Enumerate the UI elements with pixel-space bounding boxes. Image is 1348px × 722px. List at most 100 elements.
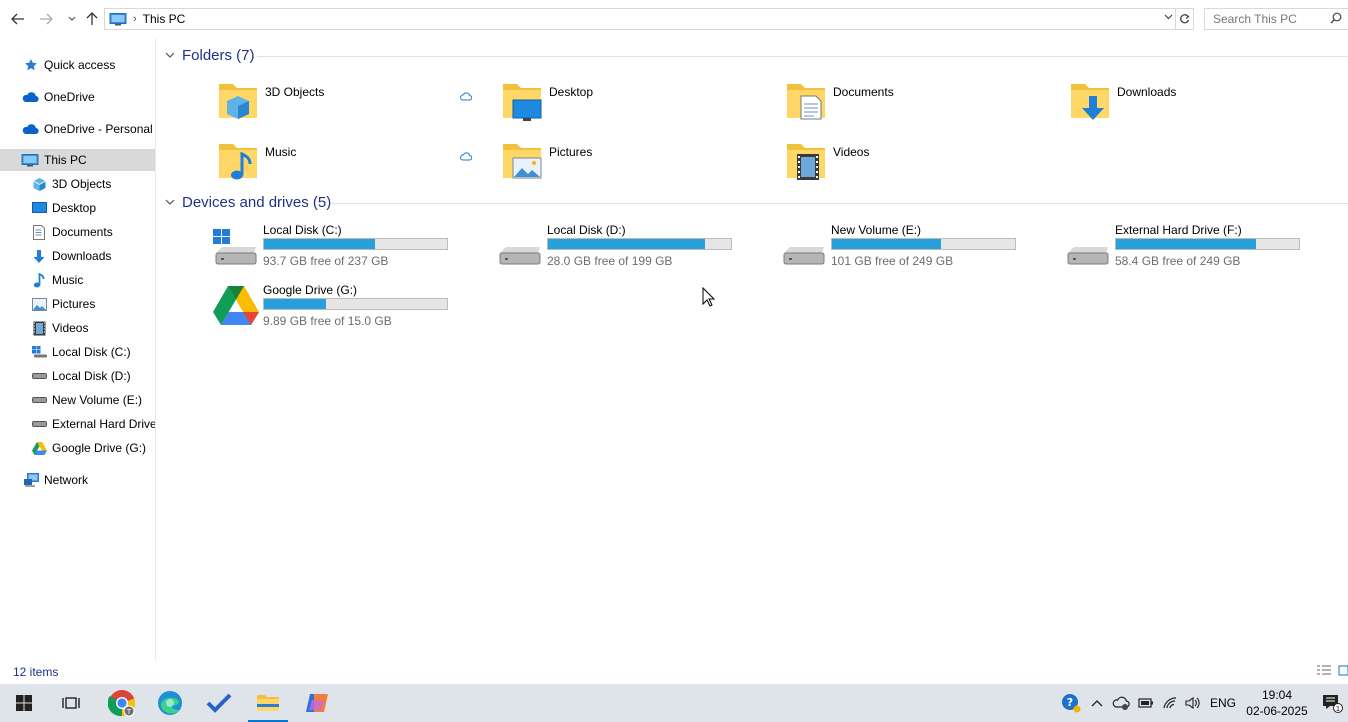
sidebar-item-documents[interactable]: Documents	[0, 221, 155, 243]
sidebar-item-label: OneDrive	[44, 90, 95, 104]
forward-arrow-icon	[40, 13, 53, 25]
up-button[interactable]	[82, 9, 102, 29]
drive-usage-bar	[547, 238, 732, 250]
folder-tile-music[interactable]: Music	[215, 138, 465, 194]
file-explorer-icon	[257, 695, 279, 711]
folder-tile-videos[interactable]: Videos	[783, 138, 1033, 194]
wifi-tray-button[interactable]	[1160, 684, 1180, 722]
folders-group-title: Folders (7)	[182, 47, 255, 64]
cloud-icon	[21, 121, 39, 137]
search-input[interactable]: Search This PC	[1204, 8, 1348, 30]
drives-group-header[interactable]: Devices and drives (5)	[165, 194, 331, 211]
sidebar-item-local-disk-d[interactable]: Local Disk (D:)	[0, 365, 155, 387]
svg-text:T: T	[126, 708, 132, 716]
sidebar-item-onedrive[interactable]: OneDrive	[0, 86, 155, 108]
recent-locations-button[interactable]	[62, 9, 82, 29]
folder-desktop-icon	[503, 84, 542, 121]
cloud-icon	[1112, 696, 1130, 710]
sidebar-item-external-hard-drive[interactable]: External Hard Drive	[0, 413, 155, 435]
back-button[interactable]	[8, 9, 28, 29]
sidebar-item-label: New Volume (E:)	[52, 393, 143, 407]
drives-group-title: Devices and drives (5)	[182, 194, 332, 211]
taskbar-edge[interactable]	[146, 684, 194, 722]
navigation-pane: Quick access OneDrive OneDrive - Persona…	[0, 38, 156, 660]
sidebar-item-music[interactable]: Music	[0, 269, 155, 291]
mouse-pointer-icon	[702, 287, 716, 307]
svg-text:?: ?	[1067, 696, 1073, 709]
sidebar-item-videos[interactable]: Videos	[0, 317, 155, 339]
drive-name: Local Disk (C:)	[263, 223, 342, 237]
drive-tile-c[interactable]: Local Disk (C:) 93.7 GB free of 237 GB	[213, 223, 453, 279]
drive-usage-fill	[264, 299, 327, 309]
battery-icon	[1138, 698, 1153, 708]
folder-tile-documents[interactable]: Documents	[783, 78, 1033, 134]
this-pc-icon	[109, 12, 127, 25]
address-toolbar: › This PC Search This PC	[0, 0, 1348, 38]
chevron-down-icon	[165, 197, 175, 208]
up-arrow-icon	[86, 12, 98, 25]
taskbar-file-explorer[interactable]	[244, 684, 292, 722]
folder-tile-desktop[interactable]: Desktop	[499, 78, 749, 134]
large-icons-view-icon[interactable]	[1338, 664, 1348, 678]
drive-tile-g[interactable]: Google Drive (G:) 9.89 GB free of 15.0 G…	[213, 283, 453, 339]
help-tray-button[interactable]: ?	[1060, 684, 1082, 722]
notification-count: 1	[1336, 705, 1340, 713]
drive-tile-d[interactable]: Local Disk (D:) 28.0 GB free of 199 GB	[497, 223, 737, 279]
address-bar[interactable]: › This PC	[104, 8, 1176, 30]
folders-group-header[interactable]: Folders (7)	[165, 47, 255, 64]
drive-free-space: 58.4 GB free of 249 GB	[1115, 254, 1241, 268]
refresh-button[interactable]	[1176, 8, 1194, 30]
folder-documents-icon	[787, 84, 825, 120]
language-indicator[interactable]: ENG	[1206, 684, 1240, 722]
drive-tile-e[interactable]: New Volume (E:) 101 GB free of 249 GB	[781, 223, 1021, 279]
sidebar-item-quick-access[interactable]: Quick access	[0, 54, 155, 76]
folder-name: Desktop	[549, 85, 594, 99]
desktop-icon	[31, 200, 47, 216]
sidebar-item-new-volume-e[interactable]: New Volume (E:)	[0, 389, 155, 411]
drive-name: Local Disk (D:)	[547, 223, 626, 237]
show-hidden-icons-button[interactable]	[1088, 684, 1106, 722]
taskbar-chrome[interactable]: T	[98, 684, 146, 722]
refresh-icon	[1180, 14, 1190, 24]
onedrive-tray-button[interactable]	[1111, 684, 1131, 722]
star-icon	[23, 57, 39, 73]
action-center-button[interactable]: 1	[1318, 684, 1346, 722]
search-placeholder: Search This PC	[1213, 12, 1297, 26]
sidebar-item-3d-objects[interactable]: 3D Objects	[0, 173, 155, 195]
music-note-icon	[31, 272, 47, 288]
taskbar-todo[interactable]	[195, 684, 243, 722]
windows-drive-icon	[213, 229, 257, 265]
start-button[interactable]	[0, 684, 48, 722]
taskbar-copilot[interactable]	[293, 684, 341, 722]
sidebar-item-network[interactable]: Network	[0, 469, 155, 491]
taskbar-clock[interactable]: 19:04 02-06-2025	[1244, 687, 1310, 719]
taskbar: T ? ENG 19:04 02-06-2025 1	[0, 684, 1348, 722]
sidebar-item-onedrive-personal[interactable]: OneDrive - Personal	[0, 118, 155, 140]
folder-tile-downloads[interactable]: Downloads	[1067, 78, 1317, 134]
wifi-icon	[1163, 697, 1177, 709]
sidebar-item-label: Local Disk (C:)	[52, 345, 131, 359]
battery-tray-button[interactable]	[1136, 684, 1156, 722]
sidebar-item-google-drive-g[interactable]: Google Drive (G:)	[0, 437, 155, 459]
forward-button[interactable]	[36, 9, 56, 29]
task-view-button[interactable]	[47, 684, 95, 722]
volume-tray-button[interactable]	[1183, 684, 1203, 722]
sidebar-item-pictures[interactable]: Pictures	[0, 293, 155, 315]
folder-tile-3d-objects[interactable]: 3D Objects	[215, 78, 465, 134]
sidebar-item-downloads[interactable]: Downloads	[0, 245, 155, 267]
details-view-icon[interactable]	[1316, 664, 1332, 678]
breadcrumb-this-pc[interactable]: This PC	[143, 12, 186, 26]
address-dropdown-icon[interactable]	[1164, 12, 1173, 23]
sidebar-item-desktop[interactable]: Desktop	[0, 197, 155, 219]
google-drive-icon	[31, 440, 47, 456]
back-arrow-icon	[11, 13, 24, 25]
sidebar-item-local-disk-c[interactable]: Local Disk (C:)	[0, 341, 155, 363]
breadcrumb-separator-icon: ›	[133, 13, 137, 25]
drive-tile-f[interactable]: External Hard Drive (F:) 58.4 GB free of…	[1065, 223, 1305, 279]
folder-tile-pictures[interactable]: Pictures	[499, 138, 749, 194]
search-icon[interactable]	[1330, 12, 1342, 24]
chrome-icon: T	[108, 690, 136, 717]
folder-videos-icon	[787, 144, 825, 180]
drive-usage-fill	[1116, 239, 1256, 249]
sidebar-item-this-pc[interactable]: This PC	[0, 149, 155, 171]
